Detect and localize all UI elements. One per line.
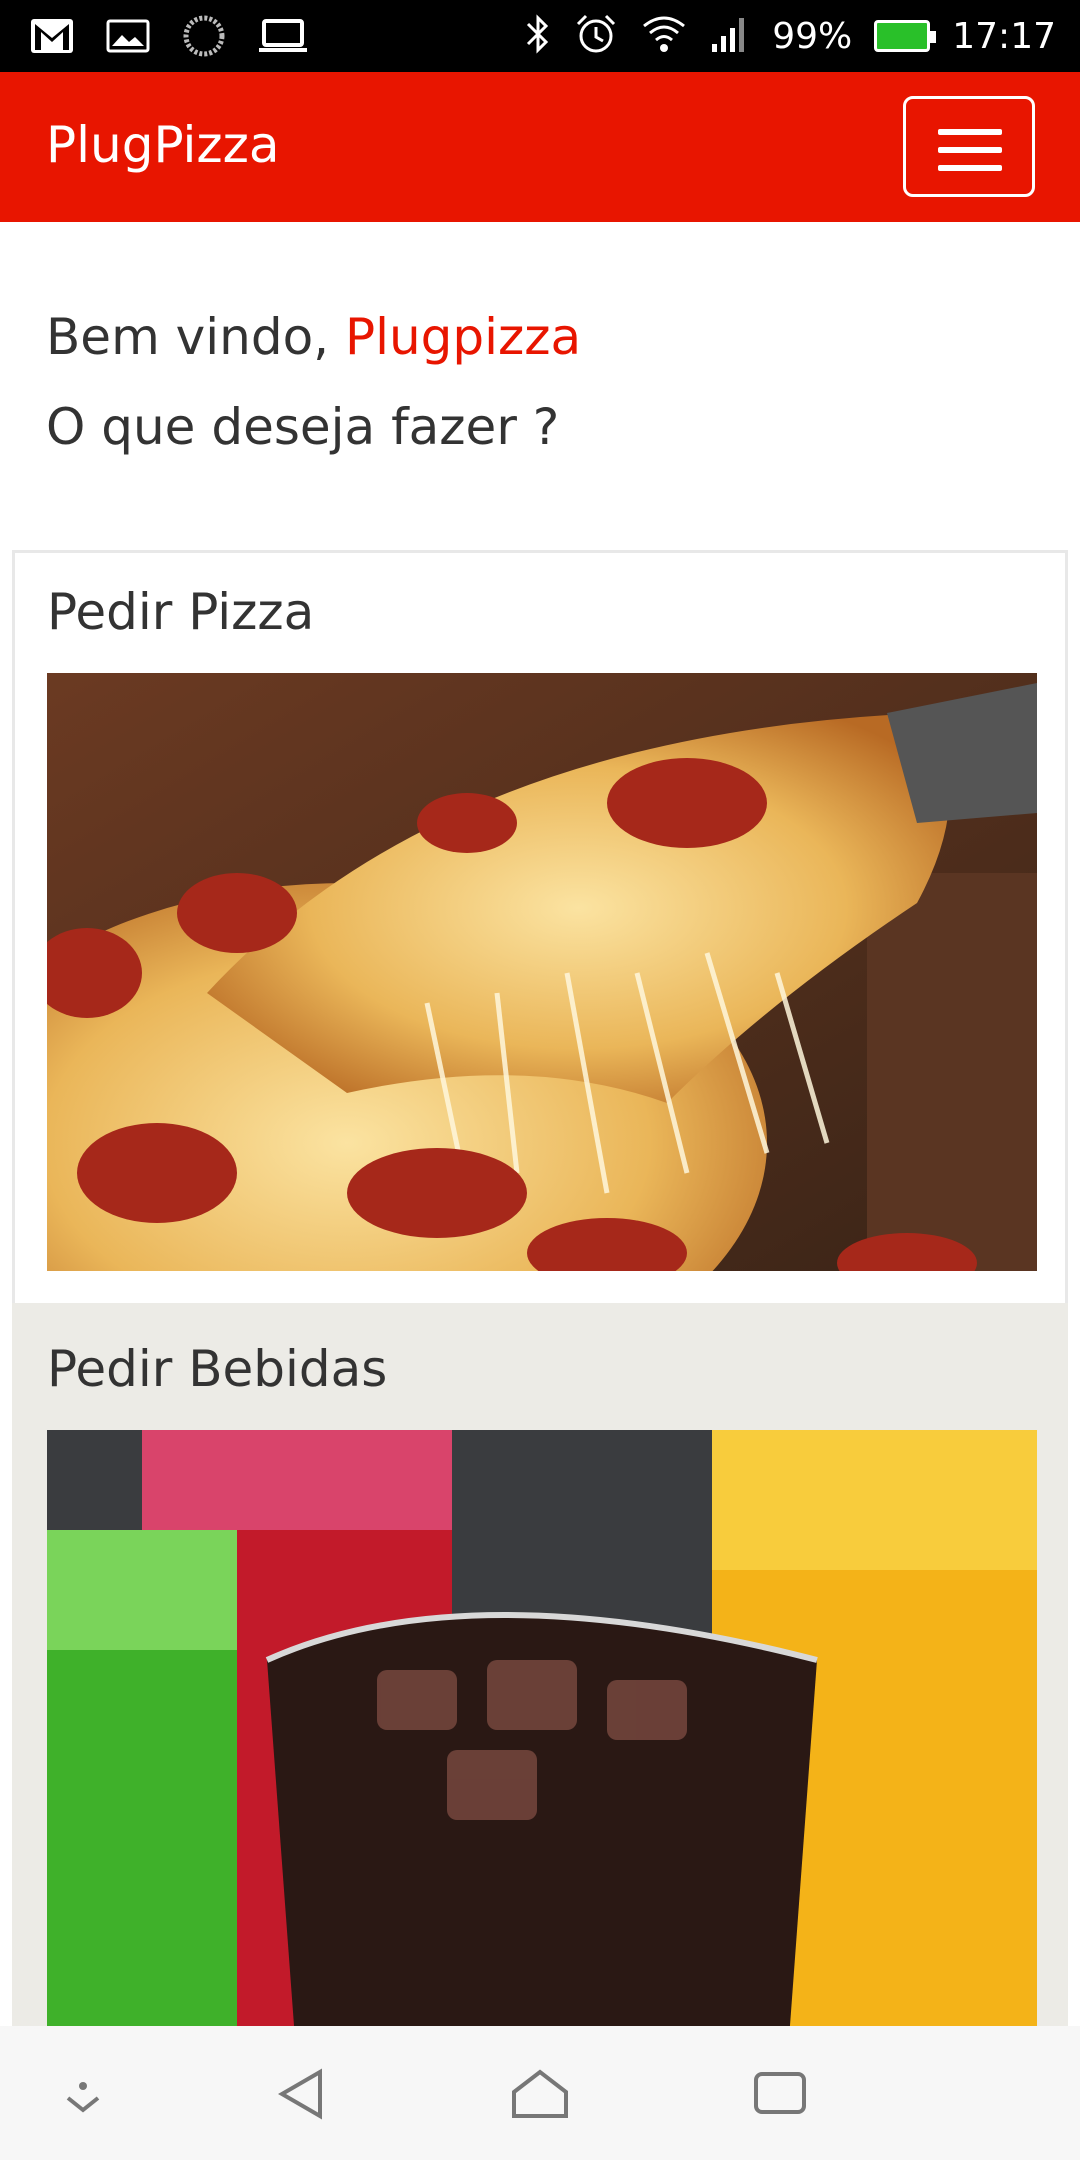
home-icon[interactable] [510, 2066, 570, 2126]
gmail-icon [30, 18, 74, 58]
welcome-greeting: Bem vindo, [46, 308, 345, 366]
bluetooth-icon [524, 12, 552, 60]
status-notifications [30, 14, 308, 62]
pizza-image[interactable] [47, 673, 1037, 1271]
laptop-icon [258, 18, 308, 58]
back-icon[interactable] [274, 2066, 330, 2126]
signal-icon [710, 14, 750, 58]
order-pizza-card[interactable]: Pedir Pizza [12, 550, 1068, 1306]
welcome-question: O que deseja fazer ? [46, 398, 560, 456]
order-drinks-title[interactable]: Pedir Bebidas [47, 1340, 387, 1398]
menu-button[interactable] [903, 96, 1035, 197]
order-drinks-card[interactable]: Pedir Bebidas [12, 1303, 1068, 2066]
gallery-icon [106, 18, 150, 58]
battery-icon [874, 20, 937, 52]
drinks-image[interactable] [47, 1430, 1037, 2066]
welcome-heading: Bem vindo, Plugpizza [46, 308, 581, 366]
battery-percent: 99% [772, 15, 853, 57]
recents-icon[interactable] [752, 2068, 808, 2122]
status-system: 99% 17:17 [524, 10, 1056, 62]
system-nav-bar [0, 2026, 1080, 2160]
order-pizza-title[interactable]: Pedir Pizza [47, 583, 314, 641]
app-title[interactable]: PlugPizza [46, 116, 280, 174]
loading-icon [182, 14, 226, 62]
app-bar: PlugPizza [0, 72, 1080, 222]
status-bar: 99% 17:17 [0, 0, 1080, 72]
clock: 17:17 [952, 15, 1056, 57]
wifi-icon [640, 12, 688, 60]
notification-down-icon[interactable] [58, 2072, 108, 2126]
welcome-user: Plugpizza [344, 308, 582, 366]
alarm-icon [574, 12, 618, 60]
